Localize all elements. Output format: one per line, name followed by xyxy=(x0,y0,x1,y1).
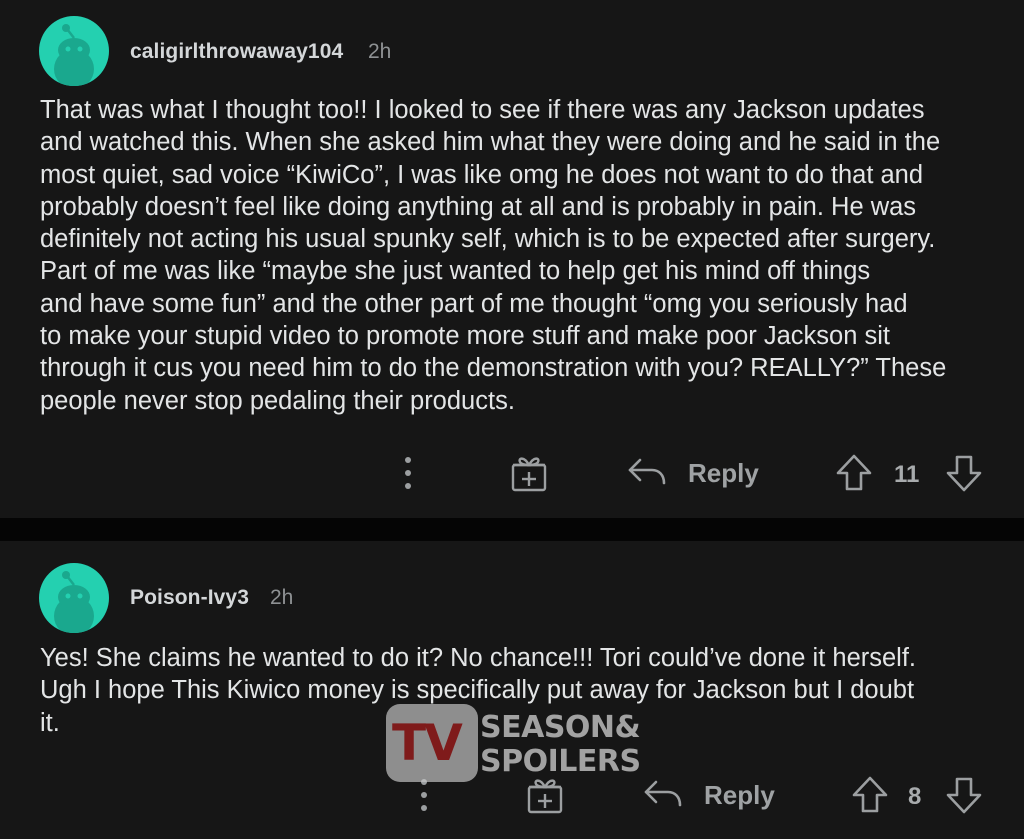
vote-count: 8 xyxy=(908,783,922,810)
upvote-arrow-icon xyxy=(852,776,888,813)
comment-card: caligirlthrowaway104 2h That was what I … xyxy=(0,0,1024,518)
comment-card: Poison-Ivy3 2h Yes! She claims he wanted… xyxy=(0,541,1024,839)
more-vertical-icon xyxy=(405,457,411,489)
reply-button[interactable]: Reply xyxy=(642,774,782,816)
comment-line: Yes! She claims he wanted to do it? No c… xyxy=(40,644,917,672)
upvote-button[interactable] xyxy=(850,774,890,816)
comment-divider xyxy=(0,518,1024,541)
watermark-line-1: SEASON& xyxy=(480,710,641,745)
reply-label: Reply xyxy=(688,458,759,488)
watermark-logo: TV SEASON& SPOILERS xyxy=(386,700,646,786)
comment-body: That was what I thought too!! I looked t… xyxy=(40,94,1005,417)
reply-arrow-icon xyxy=(644,780,682,807)
downvote-arrow-icon xyxy=(946,455,982,492)
comment-line: That was what I thought too!! I looked t… xyxy=(40,96,925,124)
comment-timestamp: 2h xyxy=(270,586,294,609)
watermark-tv-badge: TV xyxy=(386,704,478,782)
award-button[interactable] xyxy=(508,452,550,494)
watermark-line-2: SPOILERS xyxy=(480,744,641,779)
comment-line: and have some fun” and the other part of… xyxy=(40,289,908,318)
comment-line: people never stop pedaling their product… xyxy=(40,386,515,415)
vote-count: 11 xyxy=(894,461,920,488)
reply-arrow-icon xyxy=(628,458,666,485)
comment-line: probably doesn’t feel like doing anythin… xyxy=(40,192,917,221)
comment-line: to make your stupid video to promote mor… xyxy=(40,322,890,351)
comment-timestamp: 2h xyxy=(368,40,392,63)
watermark-tv-text: TV xyxy=(392,714,463,772)
reply-button[interactable]: Reply xyxy=(626,452,766,494)
award-gift-icon xyxy=(511,457,547,492)
more-options-button[interactable] xyxy=(396,452,420,494)
comment-line: Part of me was like “maybe she just want… xyxy=(40,257,871,286)
comment-username[interactable]: Poison-Ivy3 xyxy=(130,586,249,610)
comment-line: definitely not acting his usual spunky s… xyxy=(40,225,936,254)
comment-line: most quiet, sad voice “KiwiCo”, I was li… xyxy=(40,160,924,189)
downvote-arrow-icon xyxy=(946,777,982,814)
snoo-avatar-icon[interactable] xyxy=(39,563,109,633)
downvote-button[interactable] xyxy=(944,774,984,816)
downvote-button[interactable] xyxy=(944,452,984,494)
comment-line: through it cus you need him to do the de… xyxy=(40,354,947,383)
reply-label: Reply xyxy=(704,780,775,810)
comment-line: and watched this. When she asked him wha… xyxy=(40,128,941,157)
upvote-arrow-icon xyxy=(836,454,872,491)
snoo-avatar-icon[interactable] xyxy=(39,16,109,86)
comment-username[interactable]: caligirlthrowaway104 xyxy=(130,40,343,64)
upvote-button[interactable] xyxy=(834,452,874,494)
